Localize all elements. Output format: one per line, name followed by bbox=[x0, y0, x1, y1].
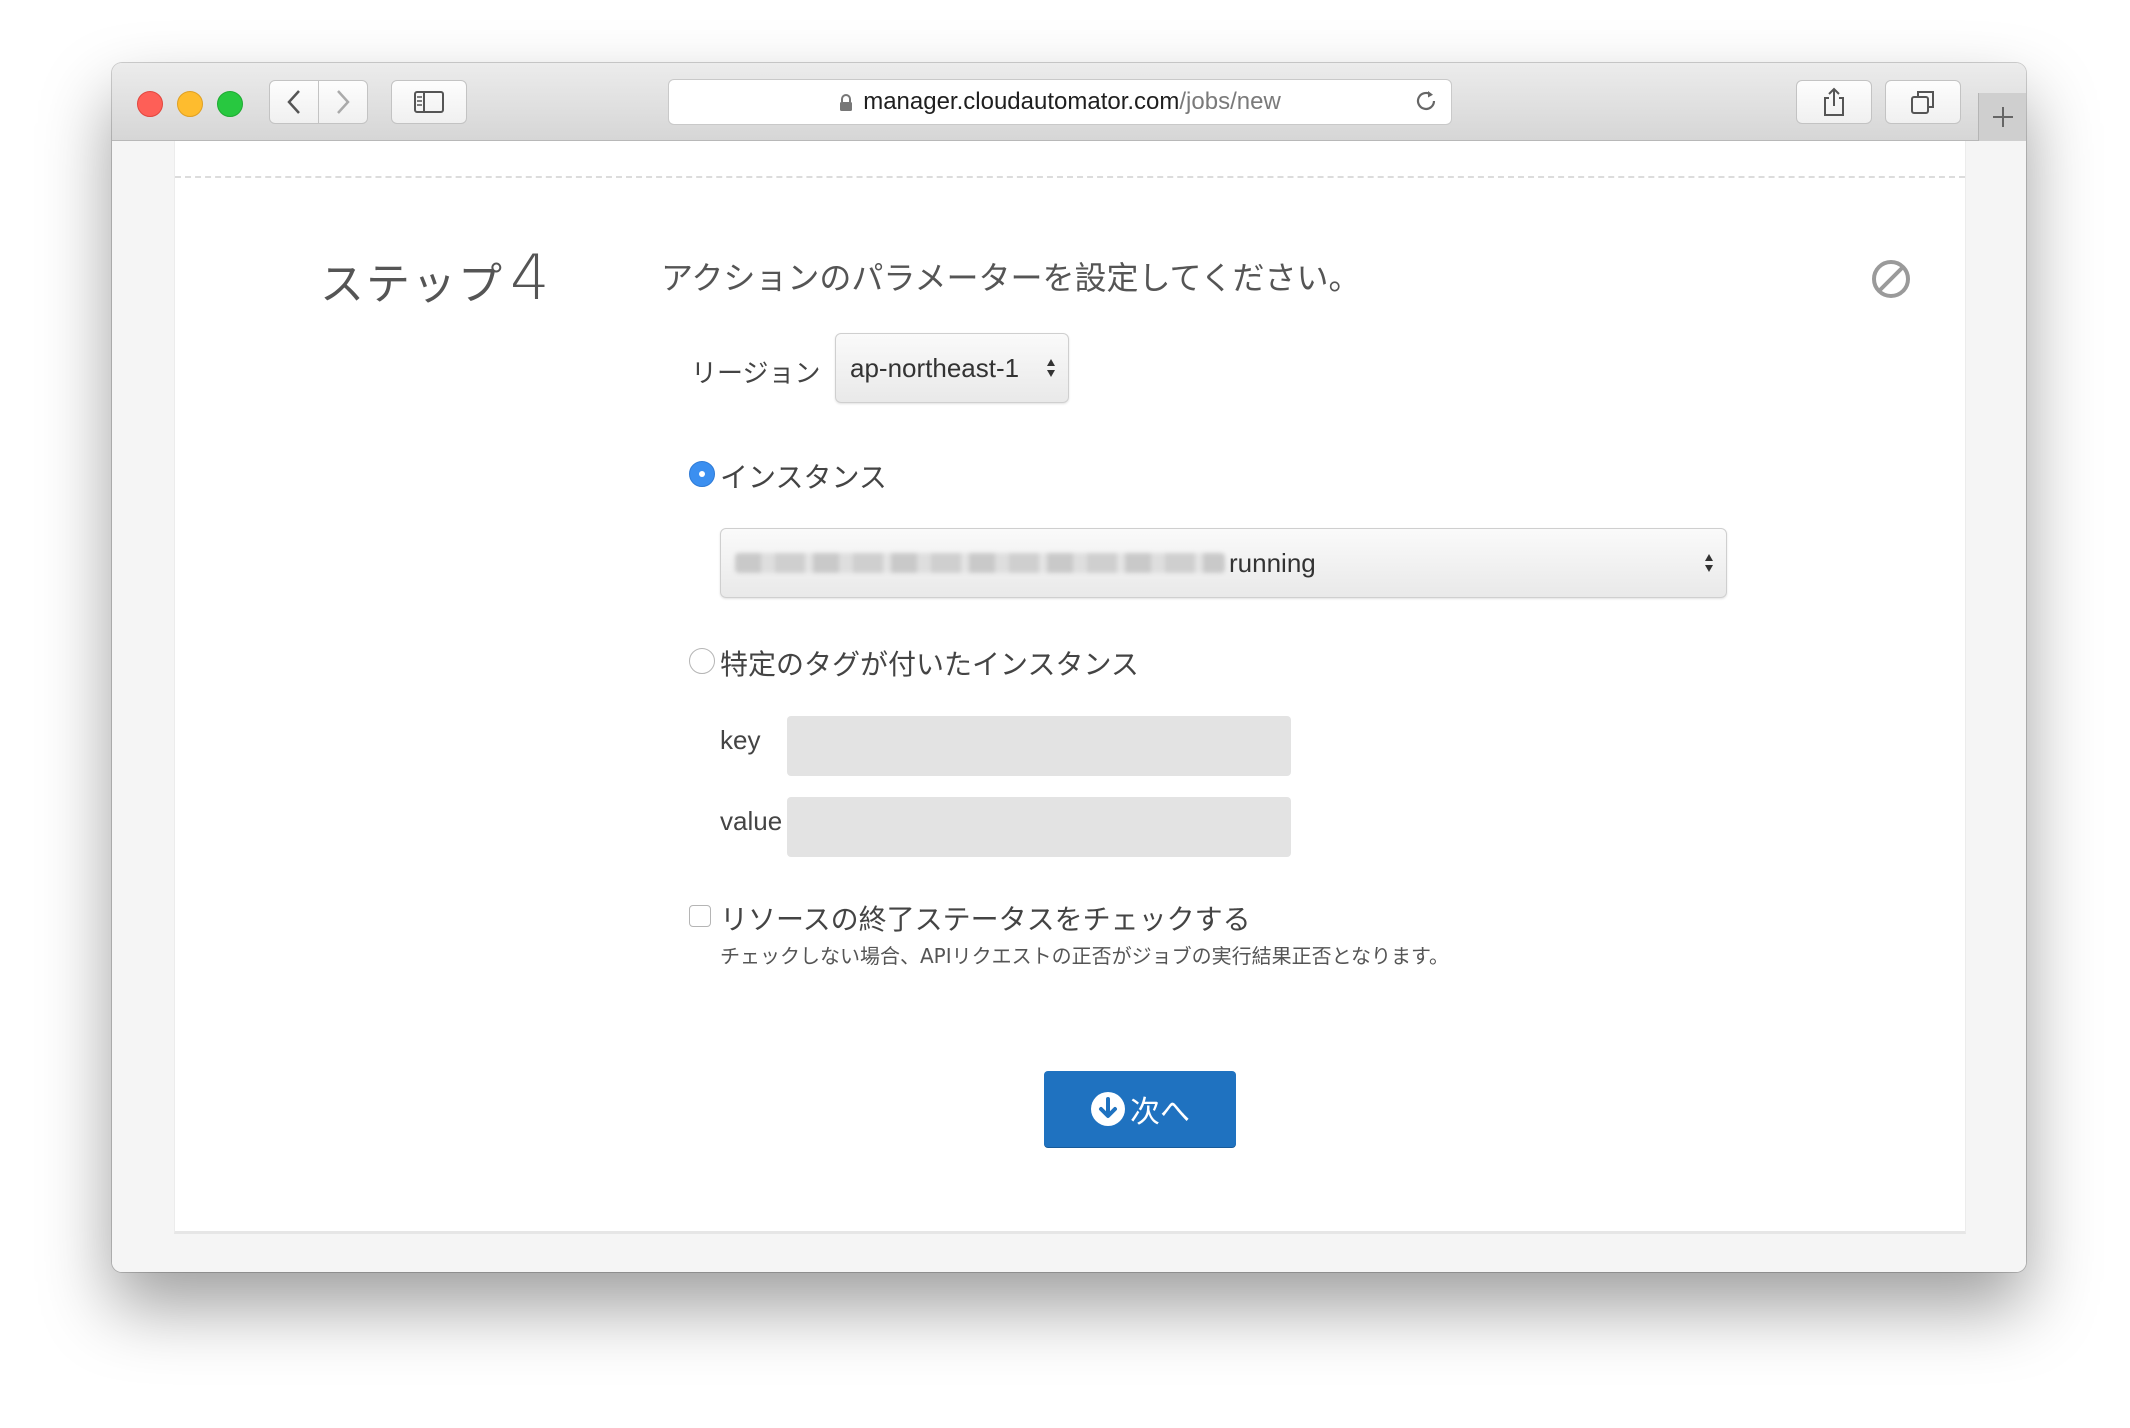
step-title: ステップ4 bbox=[320, 241, 551, 314]
minimize-window-button[interactable] bbox=[177, 91, 203, 117]
instance-select-value: running bbox=[1229, 547, 1316, 578]
region-select[interactable]: ap-northeast-1 bbox=[835, 333, 1069, 403]
check-status-checkbox[interactable] bbox=[689, 905, 711, 927]
chevron-left-icon bbox=[287, 90, 300, 114]
url-host: manager.cloudautomator.com bbox=[863, 88, 1180, 115]
step-instruction: アクションのパラメーターを設定してください。 bbox=[661, 259, 1361, 297]
browser-window: manager.cloudautomator.com/jobs/new ステップ… bbox=[112, 63, 2026, 1272]
close-window-button[interactable] bbox=[137, 91, 163, 117]
chevron-right-icon bbox=[337, 90, 350, 114]
instance-radio-label: インスタンス bbox=[720, 461, 887, 494]
share-button[interactable] bbox=[1796, 80, 1872, 124]
forward-button[interactable] bbox=[318, 80, 368, 124]
show-tabs-button[interactable] bbox=[1885, 80, 1961, 124]
select-arrows-icon bbox=[1705, 554, 1713, 572]
instance-select[interactable]: running bbox=[720, 528, 1727, 598]
plus-icon bbox=[1993, 107, 2013, 127]
new-tab-button[interactable] bbox=[1978, 93, 2026, 141]
next-button[interactable]: 次へ bbox=[1044, 1071, 1236, 1147]
reload-icon[interactable] bbox=[1411, 86, 1441, 116]
check-status-note: チェックしない場合、APIリクエストの正否がジョブの実行結果正否となります。 bbox=[720, 944, 1450, 968]
instance-radio[interactable] bbox=[689, 461, 715, 487]
zoom-window-button[interactable] bbox=[217, 91, 243, 117]
tag-key-input[interactable] bbox=[787, 716, 1291, 776]
instance-name-redacted bbox=[735, 553, 1225, 573]
step-number: 4 bbox=[510, 241, 552, 314]
tagged-instance-radio[interactable] bbox=[689, 648, 715, 674]
step-panel: ステップ4 アクションのパラメーターを設定してください。 リージョン ap-no… bbox=[174, 141, 1966, 1234]
lock-icon bbox=[840, 94, 853, 111]
back-button[interactable] bbox=[269, 80, 319, 124]
address-bar[interactable]: manager.cloudautomator.com/jobs/new bbox=[668, 79, 1452, 125]
sidebar-icon bbox=[414, 91, 444, 113]
tabs-icon bbox=[1911, 91, 1934, 114]
select-arrows-icon bbox=[1047, 359, 1055, 377]
cancel-icon[interactable] bbox=[1870, 258, 1912, 300]
step-label: ステップ bbox=[320, 259, 504, 310]
url-path: /jobs/new bbox=[1179, 88, 1281, 115]
tagged-instance-radio-label: 特定のタグが付いたインスタンス bbox=[720, 648, 1139, 681]
page-content: ステップ4 アクションのパラメーターを設定してください。 リージョン ap-no… bbox=[112, 141, 2026, 1272]
share-icon bbox=[1824, 87, 1844, 116]
browser-toolbar: manager.cloudautomator.com/jobs/new bbox=[112, 63, 2026, 141]
sidebar-toggle-button[interactable] bbox=[391, 80, 467, 124]
step-divider bbox=[175, 176, 1965, 178]
next-button-label: 次へ bbox=[1130, 1095, 1190, 1130]
tag-value-input[interactable] bbox=[787, 797, 1291, 857]
check-status-label: リソースの終了ステータスをチェックする bbox=[720, 903, 1251, 936]
value-label: value bbox=[720, 806, 783, 836]
key-label: key bbox=[720, 725, 761, 755]
region-select-value: ap-northeast-1 bbox=[850, 352, 1020, 383]
arrow-down-circle-icon bbox=[1091, 1092, 1125, 1126]
region-label: リージョン bbox=[691, 359, 821, 389]
